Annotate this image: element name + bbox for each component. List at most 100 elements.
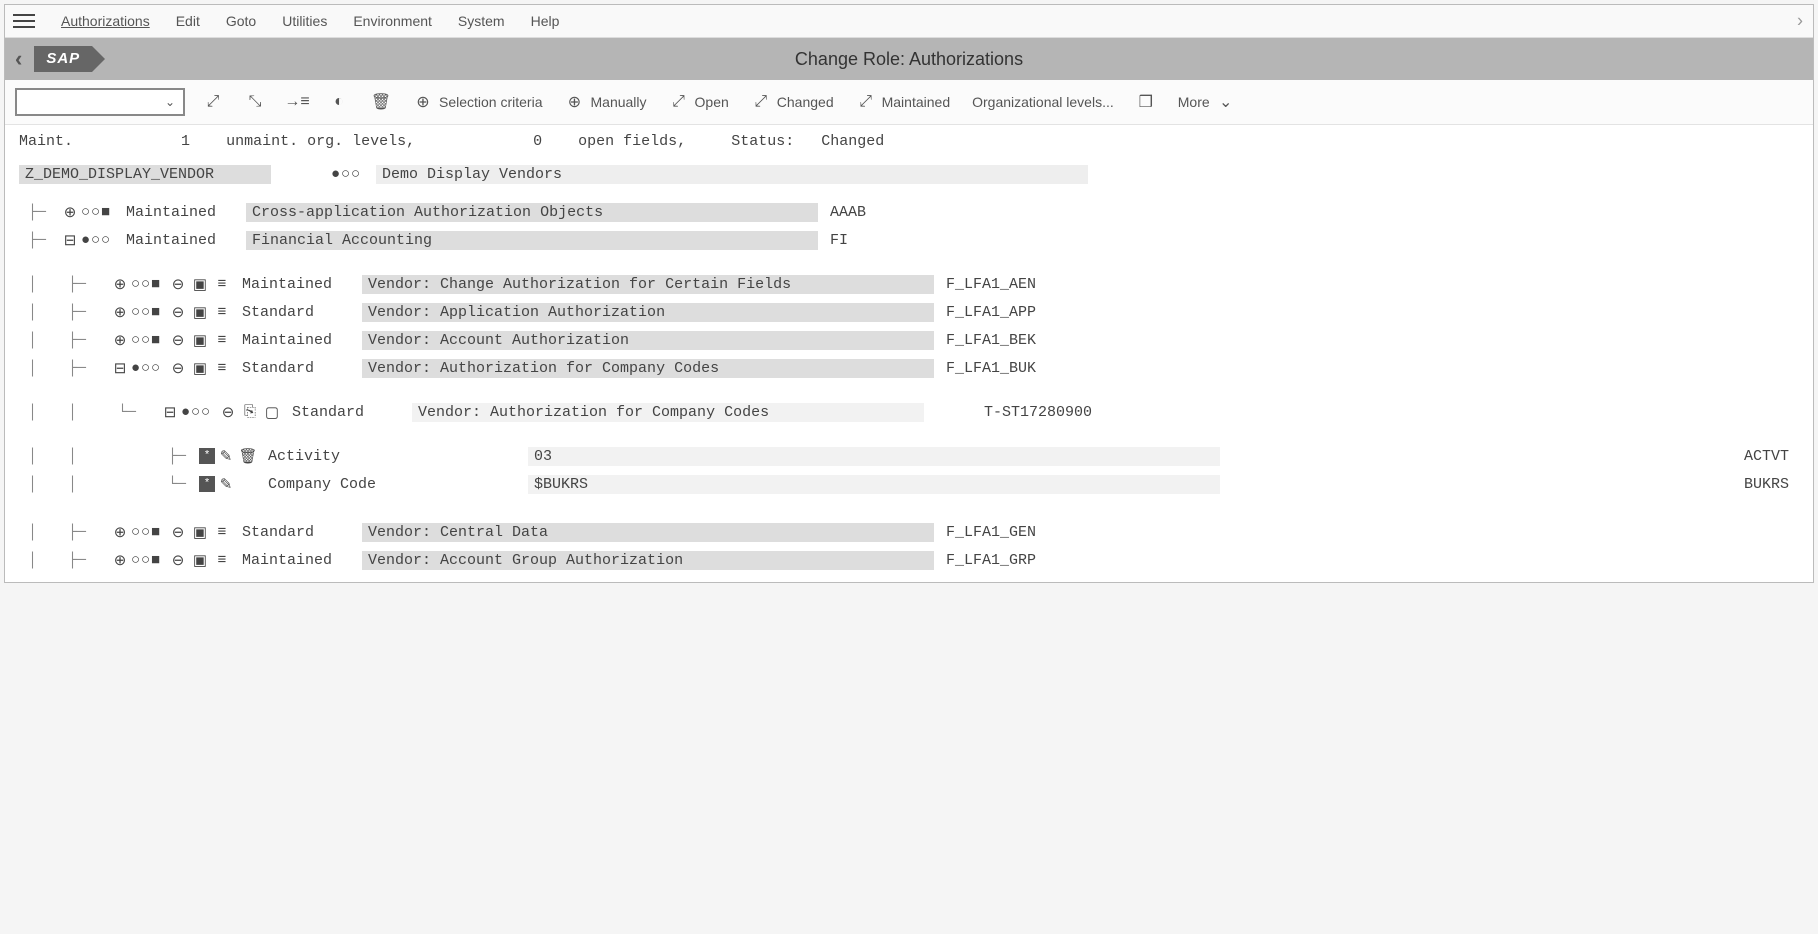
role-root-row[interactable]: Z_DEMO_DISPLAY_VENDOR ●○○ Demo Display V… (19, 160, 1799, 188)
list-icon[interactable]: ≡ (211, 304, 233, 321)
traffic-light-icon: ●○○ (81, 232, 117, 249)
class-row[interactable]: ├─⊕○○■ MaintainedCross-application Autho… (19, 198, 1799, 226)
page-title: Change Role: Authorizations (795, 49, 1023, 70)
trash-icon: 🗑 (371, 92, 391, 112)
deactivate-icon[interactable]: ⊖ (167, 331, 189, 350)
deactivate-icon[interactable]: ⊖ (167, 523, 189, 542)
pencil-icon[interactable]: ✎ (215, 475, 237, 494)
field-name: Company Code (268, 476, 528, 493)
trash-icon[interactable]: 🗑 (237, 447, 259, 466)
folder-icon[interactable]: ⊕ (109, 331, 131, 350)
class-status: Maintained (126, 232, 246, 249)
selection-criteria-label: Selection criteria (439, 94, 543, 110)
back-button[interactable]: ‹ (15, 46, 22, 72)
list-icon[interactable]: ≡ (211, 276, 233, 293)
menu-item-utilities[interactable]: Utilities (274, 9, 335, 33)
auth-description: Vendor: Authorization for Company Codes (412, 403, 924, 422)
menu-item-environment[interactable]: Environment (345, 9, 440, 33)
where-used-icon[interactable]: ▢ (261, 403, 283, 422)
auth-field-row[interactable]: │ │ └─*✎ Company Code$BUKRSBUKRS (19, 470, 1799, 498)
auth-object-row[interactable]: │ ├─⊕○○■⊖▣≡ MaintainedVendor: Account Au… (19, 326, 1799, 354)
class-code: FI (830, 232, 848, 249)
auth-field-row[interactable]: │ │ ├─*✎🗑 Activity03ACTVT (19, 442, 1799, 470)
changed-button[interactable]: ⤢ Changed (747, 90, 838, 114)
maintained-button[interactable]: ⤢ Maintained (852, 90, 955, 114)
field-tech-name: ACTVT (1744, 448, 1799, 465)
menu-item-system[interactable]: System (450, 9, 513, 33)
traffic-light-icon: ○○■ (131, 524, 167, 541)
object-description: Vendor: Account Group Authorization (362, 551, 934, 570)
insert-auth-button[interactable]: →≡ (283, 90, 311, 114)
doc-icon[interactable]: ▣ (189, 551, 211, 570)
open-count: 0 (533, 133, 542, 150)
folder-icon[interactable]: ⊕ (109, 551, 131, 570)
folder-icon[interactable]: ⊟ (109, 359, 131, 378)
list-icon[interactable]: ≡ (211, 332, 233, 349)
more-button[interactable]: More ⌄ (1174, 90, 1240, 114)
folder-icon[interactable]: ⊕ (109, 303, 131, 322)
plus-circle-icon: ⊕ (413, 92, 433, 112)
field-value[interactable]: 03 (528, 447, 1220, 466)
deactivate-icon[interactable]: ⊖ (167, 359, 189, 378)
menu-item-goto[interactable]: Goto (218, 9, 264, 33)
cube-icon: ❒ (1136, 92, 1156, 112)
class-status: Maintained (126, 204, 246, 221)
cube-button[interactable]: ❒ (1132, 90, 1160, 114)
auth-object-row[interactable]: │ ├─⊕○○■⊖▣≡ StandardVendor: Application … (19, 298, 1799, 326)
collapse-subtree-button[interactable]: ⤡ (241, 90, 269, 114)
list-icon[interactable]: ≡ (211, 524, 233, 541)
deactivate-icon[interactable]: ⊖ (167, 551, 189, 570)
org-levels-label: Organizational levels... (972, 94, 1114, 110)
delete-button[interactable]: 🗑 (367, 90, 395, 114)
object-tech-name: F_LFA1_BUK (946, 360, 1036, 377)
doc-icon[interactable]: ▣ (189, 359, 211, 378)
folder-icon[interactable]: ⊕ (109, 523, 131, 542)
open-button[interactable]: ⤢ Open (665, 90, 733, 114)
copy-icon[interactable]: ⎘ (239, 403, 261, 421)
open-label: Open (695, 94, 729, 110)
hamburger-menu-icon[interactable] (13, 10, 35, 32)
field-value[interactable]: $BUKRS (528, 475, 1220, 494)
field-name: Activity (268, 448, 528, 465)
folder-icon[interactable]: ⊕ (109, 275, 131, 294)
folder-icon[interactable]: ⊕ (59, 203, 81, 222)
auth-object-row[interactable]: │ ├─⊕○○■⊖▣≡ MaintainedVendor: Change Aut… (19, 270, 1799, 298)
auth-object-row[interactable]: │ ├─⊕○○■⊖▣≡ MaintainedVendor: Account Gr… (19, 546, 1799, 574)
object-status: Standard (242, 524, 362, 541)
doc-icon[interactable]: ▣ (189, 523, 211, 542)
chevron-right-icon[interactable]: › (1797, 11, 1803, 32)
doc-icon[interactable]: ▣ (189, 331, 211, 350)
deactivate-icon[interactable]: ⊖ (167, 303, 189, 322)
traffic-light-icon: ○○■ (131, 276, 167, 293)
unmaint-label: unmaint. org. levels, (226, 133, 415, 150)
menu-item-authorizations[interactable]: Authorizations (53, 9, 158, 33)
command-field[interactable]: ⌄ (15, 88, 185, 116)
doc-icon[interactable]: ▣ (189, 303, 211, 322)
list-icon[interactable]: ≡ (211, 552, 233, 569)
expand-subtree-button[interactable]: ⤢ (199, 90, 227, 114)
pencil-icon[interactable]: ✎ (215, 447, 237, 466)
legend-button[interactable]: ◐ (325, 90, 353, 114)
menu-item-help[interactable]: Help (523, 9, 568, 33)
deactivate-icon[interactable]: ⊖ (217, 403, 239, 422)
deactivate-icon[interactable]: ⊖ (167, 275, 189, 294)
org-levels-button[interactable]: Organizational levels... (968, 92, 1118, 112)
manually-button[interactable]: ⊕ Manually (561, 90, 651, 114)
traffic-light-icon: ○○■ (81, 204, 117, 221)
list-icon[interactable]: ≡ (211, 360, 233, 377)
doc-icon[interactable]: ▣ (189, 275, 211, 294)
more-label: More (1178, 94, 1210, 110)
auth-status: Standard (292, 404, 412, 421)
object-status: Standard (242, 304, 362, 321)
auth-object-row[interactable]: │ ├─⊕○○■⊖▣≡ StandardVendor: Central Data… (19, 518, 1799, 546)
auth-object-row[interactable]: │ ├─⊟●○○⊖▣≡ StandardVendor: Authorizatio… (19, 354, 1799, 382)
folder-icon[interactable]: ⊟ (59, 231, 81, 250)
class-row[interactable]: ├─⊟●○○ MaintainedFinancial AccountingFI (19, 226, 1799, 254)
folder-open-icon[interactable]: ⊟ (159, 403, 181, 422)
menu-item-edit[interactable]: Edit (168, 9, 208, 33)
selection-criteria-button[interactable]: ⊕ Selection criteria (409, 90, 547, 114)
traffic-light-icon: ●○○ (181, 404, 217, 421)
auth-instance-row[interactable]: │ │ └─ ⊟ ●○○ ⊖ ⎘ ▢ Standard Vendor: Auth… (19, 398, 1799, 426)
object-description: Vendor: Central Data (362, 523, 934, 542)
traffic-light-icon: ●○○ (131, 360, 167, 377)
